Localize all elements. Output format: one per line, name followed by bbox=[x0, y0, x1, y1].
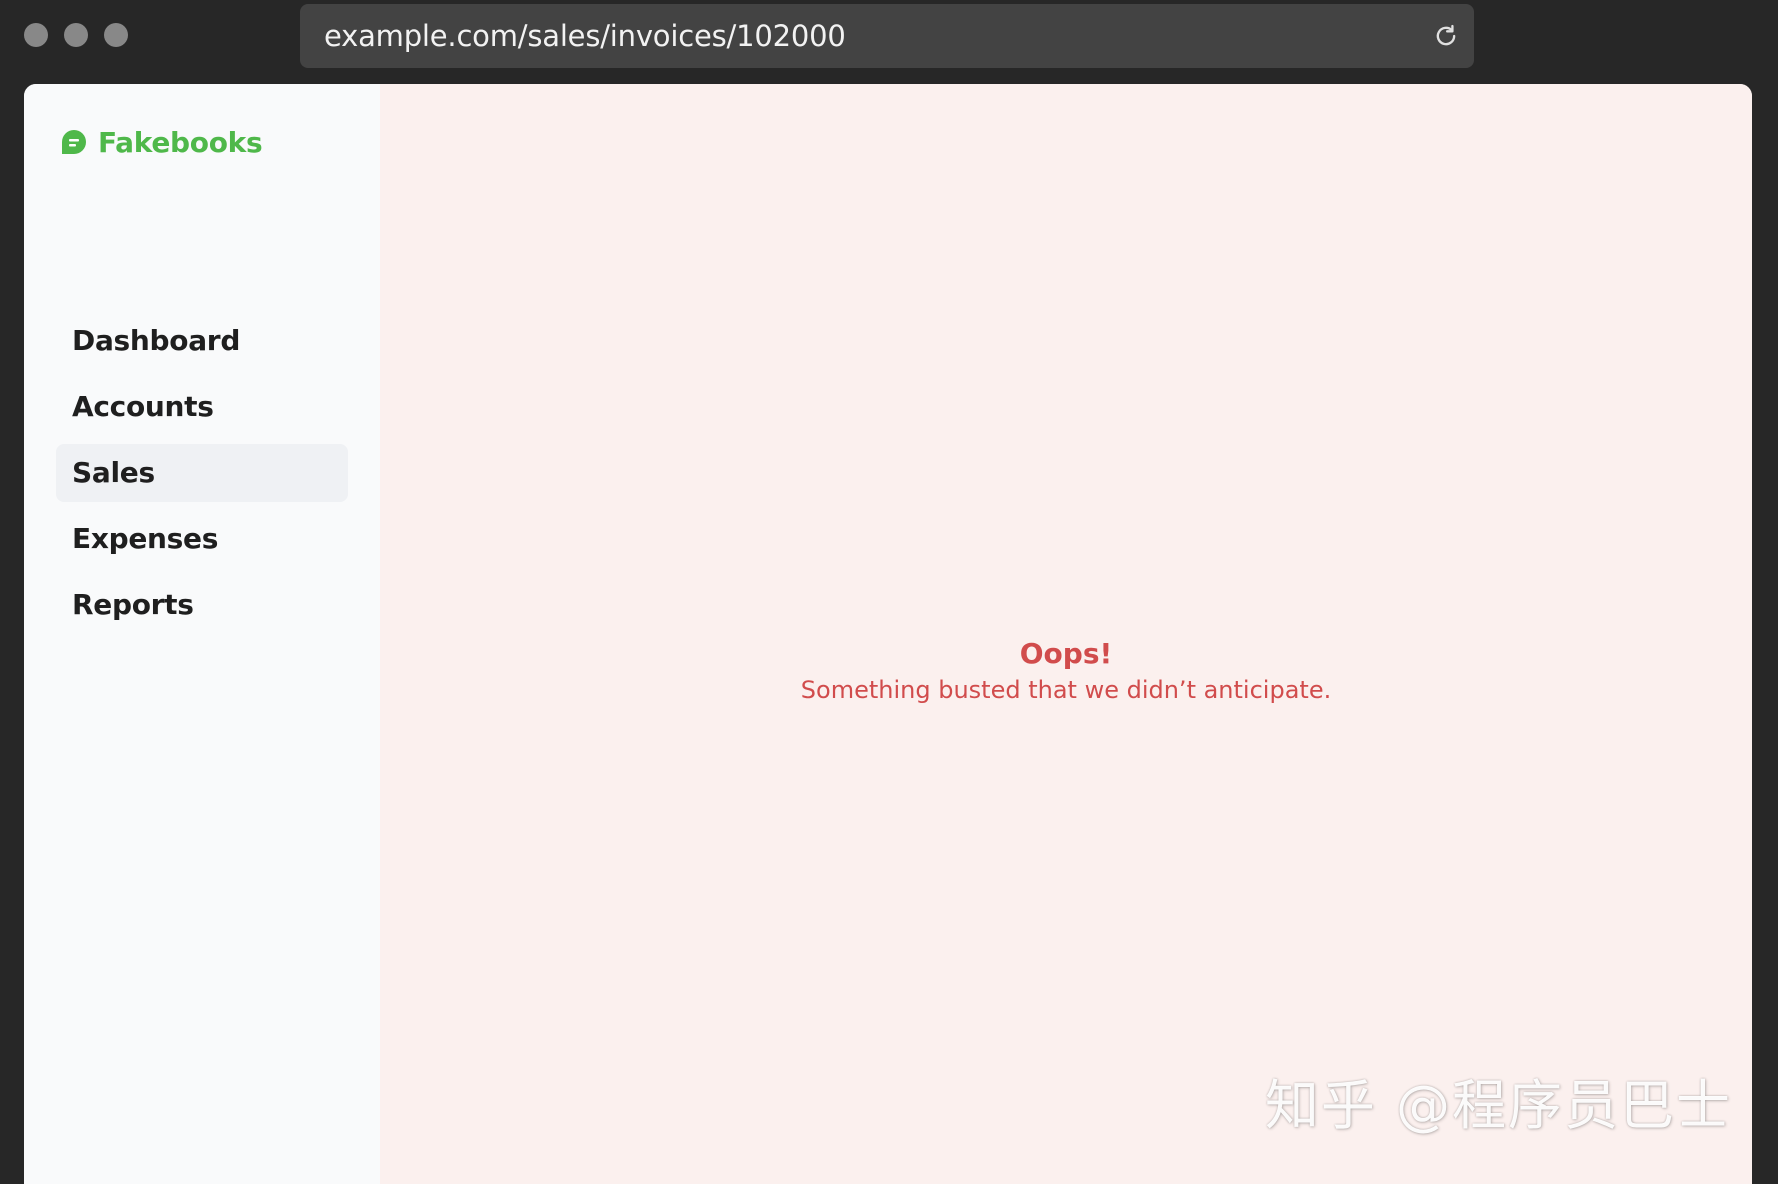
window-minimize-button[interactable] bbox=[64, 23, 88, 47]
browser-chrome: example.com/sales/invoices/102000 bbox=[0, 0, 1778, 84]
sidebar-nav: Dashboard Accounts Sales Expenses Report… bbox=[56, 312, 348, 642]
window-close-button[interactable] bbox=[24, 23, 48, 47]
app-window: Fakebooks Dashboard Accounts Sales Expen… bbox=[24, 84, 1752, 1184]
sidebar-item-reports[interactable]: Reports bbox=[56, 576, 348, 634]
sidebar-item-accounts[interactable]: Accounts bbox=[56, 378, 348, 436]
sidebar-item-expenses[interactable]: Expenses bbox=[56, 510, 348, 568]
reload-icon[interactable] bbox=[1432, 22, 1460, 50]
brand-name: Fakebooks bbox=[98, 125, 263, 159]
error-title: Oops! bbox=[1019, 637, 1113, 670]
window-maximize-button[interactable] bbox=[104, 23, 128, 47]
sidebar-item-dashboard[interactable]: Dashboard bbox=[56, 312, 348, 370]
error-message: Something busted that we didn’t anticipa… bbox=[800, 676, 1332, 704]
sidebar: Fakebooks Dashboard Accounts Sales Expen… bbox=[24, 84, 380, 1184]
watermark: 知乎 @程序员巴士 bbox=[1264, 1074, 1732, 1137]
main-content: Oops! Something busted that we didn’t an… bbox=[380, 84, 1752, 1184]
url-text[interactable]: example.com/sales/invoices/102000 bbox=[324, 4, 846, 68]
error-boundary: Oops! Something busted that we didn’t an… bbox=[380, 636, 1752, 708]
sidebar-item-sales[interactable]: Sales bbox=[56, 444, 348, 502]
fakebooks-logo-icon bbox=[62, 130, 86, 154]
address-bar[interactable]: example.com/sales/invoices/102000 bbox=[300, 4, 1474, 68]
brand-logo[interactable]: Fakebooks bbox=[60, 124, 263, 160]
